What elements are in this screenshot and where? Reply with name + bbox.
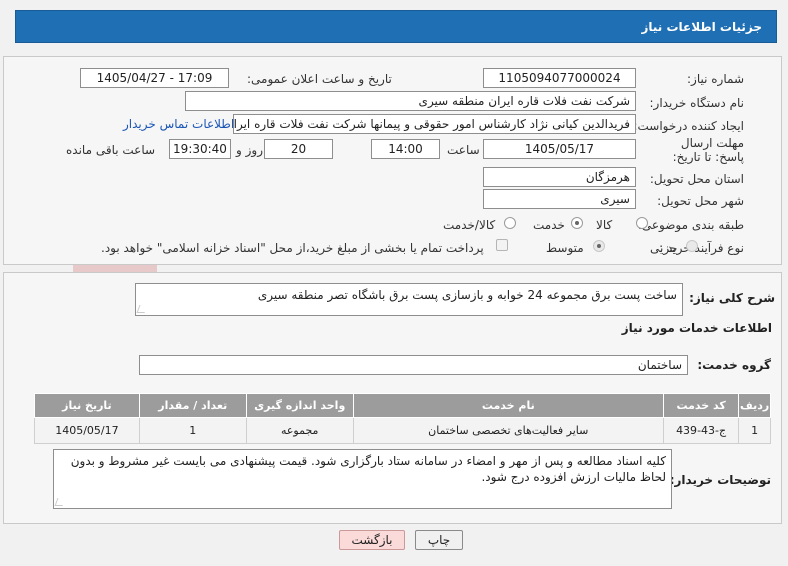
- province-field[interactable]: هرمزگان: [483, 167, 636, 187]
- requester-label: ایجاد کننده درخواست:: [633, 119, 744, 133]
- buyer-notes-label: توضیحات خریدار:: [669, 473, 771, 487]
- buyer-org-field[interactable]: شرکت نفت فلات قاره ایران منطقه سیری: [185, 91, 636, 111]
- description-field[interactable]: ساخت پست برق مجموعه 24 خوابه و بازسازی پ…: [135, 283, 683, 316]
- need-number-field[interactable]: 1105094077000024: [483, 68, 636, 88]
- buyer-contact-link[interactable]: اطلاعات تماس خریدار: [123, 117, 234, 131]
- category-radio-goods-service[interactable]: [504, 217, 516, 229]
- remaining-time-field[interactable]: 19:30:40: [169, 139, 231, 159]
- category-option-service: خدمت: [533, 218, 565, 232]
- col-code-header: کد خدمت: [662, 393, 740, 418]
- col-qty-header: تعداد / مقدار: [138, 393, 247, 418]
- page-title: جزئیات اطلاعات نیاز: [641, 20, 762, 34]
- deadline-date-field[interactable]: 1405/05/17: [483, 139, 636, 159]
- services-table: ردیف کد خدمت نام خدمت واحد اندازه گیری ت…: [34, 393, 771, 444]
- time-word-label: ساعت: [447, 143, 480, 157]
- days-field[interactable]: 20: [264, 139, 333, 159]
- col-name-header: نام خدمت: [352, 393, 664, 418]
- process-radio-minor[interactable]: [686, 240, 698, 252]
- city-label: شهر محل تحویل:: [657, 194, 744, 208]
- cell-unit: مجموعه: [245, 417, 354, 444]
- need-number-label: شماره نیاز:: [687, 72, 744, 86]
- description-label: شرح کلی نیاز:: [689, 291, 775, 305]
- col-row-header: ردیف: [738, 393, 771, 418]
- remaining-label: ساعت باقی مانده: [66, 143, 156, 157]
- category-radio-goods[interactable]: [636, 217, 648, 229]
- day-word-label: روز و: [236, 143, 263, 157]
- treasury-payment-checkbox[interactable]: [496, 239, 508, 251]
- category-option-goods-service: کالا/خدمت: [443, 218, 496, 232]
- services-info-heading: اطلاعات خدمات مورد نیاز: [621, 321, 772, 335]
- process-option-minor: جزیی: [650, 241, 678, 255]
- cell-row-number: 1: [738, 417, 771, 444]
- announce-datetime-field[interactable]: 1405/04/27 - 17:09: [80, 68, 229, 88]
- buyer-notes-field[interactable]: کلیه اسناد مطالعه و پس از مهر و امضاء در…: [53, 449, 672, 509]
- cell-service-code: ج-43-439: [662, 417, 740, 444]
- category-option-goods: کالا: [596, 218, 613, 232]
- process-option-medium: متوسط: [546, 241, 584, 255]
- requester-field[interactable]: فریدالدین کیانی نژاد کارشناس امور حقوقی …: [233, 114, 636, 134]
- buyer-notes-text: کلیه اسناد مطالعه و پس از مهر و امضاء در…: [70, 454, 666, 484]
- back-button[interactable]: بازگشت: [339, 530, 405, 550]
- category-label: طبقه بندی موضوعی:: [637, 218, 744, 232]
- cell-quantity: 1: [138, 417, 247, 444]
- print-button[interactable]: چاپ: [415, 530, 463, 550]
- col-date-header: تاریخ نیاز: [34, 393, 140, 418]
- service-group-label: گروه خدمت:: [697, 358, 771, 372]
- resize-handle-icon[interactable]: [54, 498, 66, 506]
- category-radio-service[interactable]: [571, 217, 583, 229]
- treasury-payment-note: پرداخت تمام یا بخشی از مبلغ خرید،از محل …: [101, 241, 484, 255]
- resize-handle-icon[interactable]: [136, 305, 148, 313]
- page-header: جزئیات اطلاعات نیاز: [15, 10, 777, 43]
- buyer-org-label: نام دستگاه خریدار:: [649, 96, 745, 110]
- announce-datetime-label: تاریخ و ساعت اعلان عمومی:: [247, 72, 392, 86]
- city-field[interactable]: سیری: [483, 189, 636, 209]
- deadline-label: مهلت ارسال پاسخ: تا تاریخ:: [672, 136, 744, 164]
- cell-need-date: 1405/05/17: [34, 417, 140, 444]
- deadline-time-field[interactable]: 14:00: [371, 139, 440, 159]
- description-text: ساخت پست برق مجموعه 24 خوابه و بازسازی پ…: [257, 288, 677, 302]
- process-radio-medium[interactable]: [593, 240, 605, 252]
- cell-service-name: سایر فعالیت‌های تخصصی ساختمان: [352, 417, 664, 444]
- col-unit-header: واحد اندازه گیری: [245, 393, 354, 418]
- table-header-row: ردیف کد خدمت نام خدمت واحد اندازه گیری ت…: [34, 393, 771, 418]
- service-group-field[interactable]: ساختمان: [139, 355, 688, 375]
- table-row: 1 ج-43-439 سایر فعالیت‌های تخصصی ساختمان…: [34, 417, 771, 444]
- province-label: استان محل تحویل:: [649, 172, 744, 186]
